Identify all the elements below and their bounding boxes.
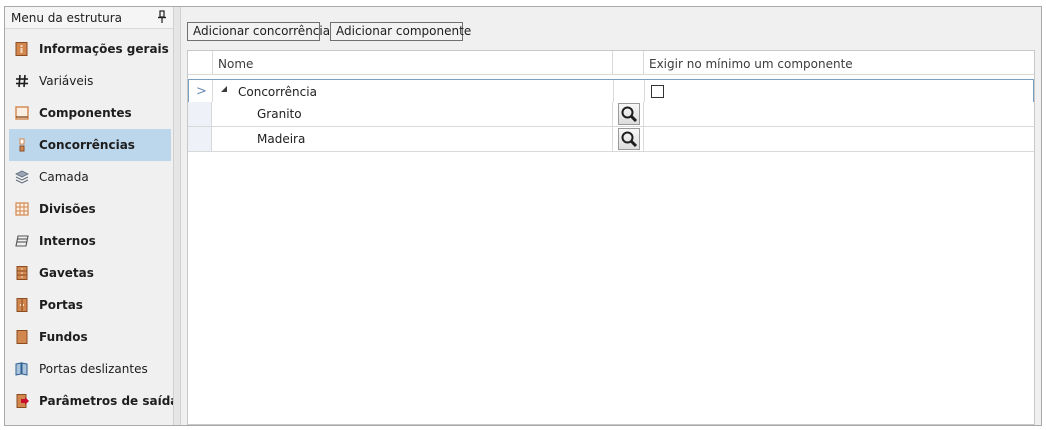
sidebar-item-portas[interactable]: Portas xyxy=(9,289,171,321)
sidebar-item-divisoes[interactable]: Divisões xyxy=(9,193,171,225)
sidebar-item-portas-deslizantes[interactable]: Portas deslizantes xyxy=(9,353,171,385)
concurrence-icon xyxy=(15,138,29,152)
sidebar-item-label: Internos xyxy=(39,234,96,248)
cell-divider xyxy=(612,127,613,151)
column-header-label: Exigir no mínimo um componente xyxy=(649,57,853,71)
component-name: Granito xyxy=(257,107,302,121)
require-min-checkbox[interactable] xyxy=(651,85,664,98)
sidebar-item-label: Variáveis xyxy=(39,74,94,88)
sidebar-item-componentes[interactable]: Componentes xyxy=(9,97,171,129)
sidebar-item-label: Portas xyxy=(39,298,83,312)
sidebar-item-parametros-de-saida[interactable]: Parâmetros de saída xyxy=(9,385,178,417)
info-panel-icon xyxy=(15,42,29,56)
sidebar-item-label: Portas deslizantes xyxy=(39,362,148,376)
column-header-action xyxy=(613,51,644,74)
divisions-icon xyxy=(15,202,29,216)
column-header-require-min[interactable]: Exigir no mínimo um componente xyxy=(644,51,1034,74)
row-header[interactable]: > xyxy=(189,80,213,103)
sidebar-item-label: Gavetas xyxy=(39,266,94,280)
sidebar-item-fundos[interactable]: Fundos xyxy=(9,321,171,353)
structure-menu-title: Menu da estrutura xyxy=(11,11,123,25)
cell-divider xyxy=(643,127,644,151)
output-params-icon xyxy=(15,394,29,408)
cell-divider xyxy=(613,80,614,103)
pin-icon[interactable] xyxy=(157,10,167,24)
add-concurrence-button[interactable]: Adicionar concorrência xyxy=(187,22,330,41)
structure-menu-list: Informações gerais Variáveis Componentes… xyxy=(5,33,178,417)
sidebar-item-label: Componentes xyxy=(39,106,132,120)
sidebar-item-informacoes-gerais[interactable]: Informações gerais xyxy=(9,33,171,65)
sidebar-item-label: Concorrências xyxy=(39,138,135,152)
sidebar-item-label: Parâmetros de saída xyxy=(39,394,179,408)
magnifier-icon xyxy=(621,131,638,148)
cell-divider xyxy=(643,102,644,126)
concurrences-editor: Adicionar concorrência Adicionar compone… xyxy=(181,7,1041,425)
sidebar-item-camada[interactable]: Camada xyxy=(9,161,171,193)
sidebar-item-concorrencias[interactable]: Concorrências xyxy=(9,129,171,161)
column-header-label: Nome xyxy=(218,57,254,71)
search-component-button[interactable] xyxy=(618,128,640,150)
add-component-button[interactable]: Adicionar componente xyxy=(330,22,471,41)
table-row[interactable]: > Concorrência xyxy=(188,79,1034,104)
current-row-arrow-icon: > xyxy=(196,84,207,99)
sidebar-item-gavetas[interactable]: Gavetas xyxy=(9,257,171,289)
row-header-column xyxy=(188,51,213,74)
sliding-door-icon xyxy=(15,362,29,376)
internals-icon xyxy=(15,234,29,248)
hash-icon xyxy=(15,74,29,88)
cell-divider xyxy=(644,80,645,103)
drawers-icon xyxy=(15,266,29,280)
table-row[interactable]: Granito xyxy=(188,102,1034,127)
structure-menu-header: Menu da estrutura xyxy=(5,7,173,29)
structure-menu-panel: Menu da estrutura Informações gerais Var… xyxy=(5,7,178,425)
sidebar-item-internos[interactable]: Internos xyxy=(9,225,171,257)
grid-header: Nome Exigir no mínimo um componente xyxy=(188,51,1034,75)
search-component-button[interactable] xyxy=(618,103,640,125)
sidebar-item-label: Fundos xyxy=(39,330,88,344)
magnifier-icon xyxy=(621,106,638,123)
sidebar-item-label: Informações gerais xyxy=(39,42,169,56)
table-row[interactable]: Madeira xyxy=(188,127,1034,152)
column-header-name[interactable]: Nome xyxy=(213,51,613,74)
component-name: Madeira xyxy=(257,132,306,146)
layers-icon xyxy=(15,170,29,184)
sidebar-item-label: Divisões xyxy=(39,202,96,216)
concurrences-grid: Nome Exigir no mínimo um componente > Co… xyxy=(187,50,1035,425)
cell-divider xyxy=(612,102,613,126)
door-icon xyxy=(15,298,29,312)
panel-splitter[interactable] xyxy=(173,7,181,425)
group-name: Concorrência xyxy=(238,85,317,99)
sidebar-item-label: Camada xyxy=(39,170,89,184)
row-header[interactable] xyxy=(188,127,212,151)
back-panel-icon xyxy=(15,330,29,344)
row-header[interactable] xyxy=(188,102,212,126)
app-window: Menu da estrutura Informações gerais Var… xyxy=(4,6,1042,426)
collapse-triangle-icon[interactable] xyxy=(221,86,227,92)
component-icon xyxy=(15,106,29,120)
sidebar-item-variaveis[interactable]: Variáveis xyxy=(9,65,171,97)
